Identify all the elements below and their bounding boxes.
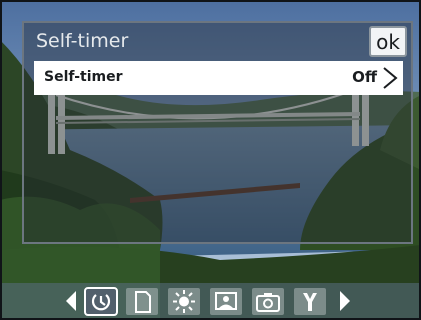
setting-label: Self-timer: [44, 69, 123, 85]
right-arrow-icon[interactable]: [338, 290, 352, 312]
brightness-icon[interactable]: [167, 287, 201, 316]
self-timer-setting-row[interactable]: Self-timer Off: [34, 61, 403, 95]
self-timer-dialog: Self-timer ok Self-timer Off: [22, 21, 413, 244]
self-timer-icon[interactable]: [84, 287, 118, 316]
left-arrow-icon[interactable]: [64, 290, 78, 312]
ok-button[interactable]: ok: [369, 26, 407, 57]
storage-card-icon[interactable]: [125, 287, 159, 316]
dialog-title: Self-timer: [36, 30, 129, 52]
chevron-right-icon[interactable]: [381, 66, 399, 90]
tools-icon[interactable]: [293, 287, 327, 316]
camera-icon[interactable]: [251, 287, 285, 316]
setting-value: Off: [352, 68, 377, 86]
image-mode-icon[interactable]: [209, 287, 243, 316]
